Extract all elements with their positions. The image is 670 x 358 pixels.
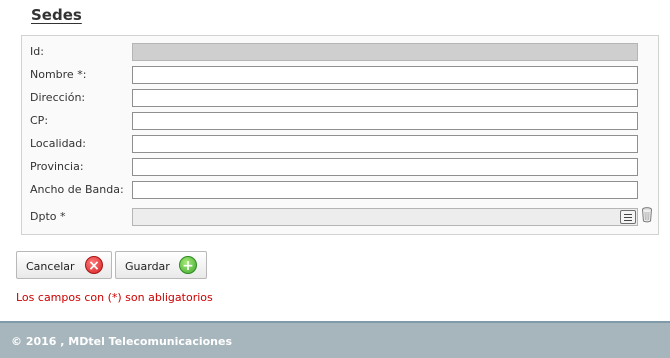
sede-form: Id: Nombre *: Dirección: CP: Localidad: … <box>21 35 659 235</box>
cancel-button[interactable]: Cancelar × <box>16 251 112 279</box>
required-fields-note: Los campos con (*) son abligatorios <box>16 291 213 304</box>
list-icon[interactable] <box>620 210 636 224</box>
cancel-icon: × <box>85 256 103 274</box>
direccion-label: Dirección: <box>30 91 86 104</box>
direccion-field[interactable] <box>132 89 638 107</box>
id-label: Id: <box>30 45 44 58</box>
cp-field[interactable] <box>132 112 638 130</box>
save-button[interactable]: Guardar + <box>115 251 207 279</box>
id-field <box>132 43 638 61</box>
ancho-banda-label: Ancho de Banda: <box>30 183 124 196</box>
cp-label: CP: <box>30 114 49 127</box>
provincia-label: Provincia: <box>30 160 84 173</box>
add-icon: + <box>179 256 197 274</box>
ancho-banda-field[interactable] <box>132 181 638 199</box>
nombre-field[interactable] <box>132 66 638 84</box>
localidad-field[interactable] <box>132 135 638 153</box>
cancel-button-label: Cancelar <box>26 260 75 273</box>
save-button-label: Guardar <box>125 260 170 273</box>
nombre-label: Nombre *: <box>30 68 87 81</box>
trash-icon[interactable] <box>641 207 653 223</box>
dpto-field[interactable] <box>132 208 638 226</box>
provincia-field[interactable] <box>132 158 638 176</box>
localidad-label: Localidad: <box>30 137 86 150</box>
dpto-label: Dpto * <box>30 210 66 223</box>
footer: © 2016 , MDtel Telecomunicaciones <box>0 321 670 358</box>
page-title: Sedes <box>31 6 82 24</box>
copyright-text: © 2016 , MDtel Telecomunicaciones <box>11 335 233 348</box>
